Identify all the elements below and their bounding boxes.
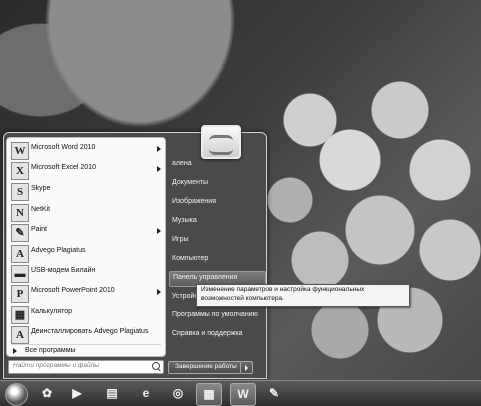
media-player-icon: ▶ [72,386,82,400]
taskbar-button[interactable]: ▶ [65,383,89,404]
app-icon: ◎ [172,386,184,400]
word-icon: W [237,387,249,401]
shutdown-button[interactable]: Завершение работы [168,361,241,374]
arrow-right-icon [13,348,17,354]
menu-label: Справка и поддержка [172,330,243,337]
program-label: Калькулятор [31,308,72,315]
calendar-icon: ▦ [203,387,215,401]
program-label: Microsoft Excel 2010 [31,164,96,171]
default-programs-item[interactable]: Программы по умолчанию [169,309,264,323]
games-item[interactable]: Игры [169,234,264,248]
program-paint[interactable]: ✎ Paint [7,223,165,242]
internet-explorer-icon: e [142,386,150,400]
program-label: NetKit [31,206,51,213]
program-label: Microsoft PowerPoint 2010 [31,287,115,294]
menu-label: Изображения [172,198,216,205]
computer-item[interactable]: Компьютер [169,253,264,267]
taskbar-button[interactable]: ✿ [35,383,59,404]
pictures-item[interactable]: Изображения [169,196,264,210]
program-calculator[interactable]: ▦ Калькулятор [7,305,165,324]
powerpoint-icon: P [11,285,29,303]
user-picture[interactable] [201,125,241,159]
shutdown-options-button[interactable] [240,361,253,374]
uninstall-icon: A [11,326,29,344]
program-powerpoint[interactable]: P Microsoft PowerPoint 2010 [7,284,165,303]
calculator-icon: ▦ [11,306,29,324]
menu-label: алена [172,160,192,167]
program-label: USB-модем Билайн [31,267,96,274]
program-usb-modem[interactable]: ▬ USB-модем Билайн [7,264,165,283]
control-panel-tooltip: Изменение параметров и настройка функцио… [196,284,410,307]
menu-label: Устройс [172,293,198,300]
music-item[interactable]: Музыка [169,215,264,229]
menu-label: Компьютер [172,255,209,262]
taskbar-button[interactable]: e [134,383,158,404]
submenu-arrow-icon[interactable] [157,146,161,152]
search-icon [152,362,160,370]
program-label: Skype [31,185,51,192]
explorer-icon: ▤ [106,386,118,400]
taskbar-button[interactable]: ▤ [100,383,124,404]
program-netkit[interactable]: N NetKit [7,203,165,222]
excel-icon: X [11,162,29,180]
start-menu: W Microsoft Word 2010 X Microsoft Excel … [3,125,267,379]
program-advego[interactable]: A Advego Plagiatus [7,244,165,263]
submenu-arrow-icon[interactable] [157,166,161,172]
program-excel[interactable]: X Microsoft Excel 2010 [7,161,165,180]
search-placeholder: Найти программы и файлы [13,362,100,369]
program-label: Paint [31,226,47,233]
menu-label: Музыка [172,217,197,224]
menu-label: Панель управления [173,274,238,281]
taskbar-button[interactable]: ✎ [262,383,286,404]
advego-icon: A [11,245,29,263]
program-label: Advego Plagiatus [31,247,86,254]
taskbar-button[interactable]: ◎ [166,383,190,404]
submenu-arrow-icon[interactable] [157,289,161,295]
search-input[interactable]: Найти программы и файлы [8,360,164,374]
submenu-arrow-icon[interactable] [157,228,161,234]
program-label: Microsoft Word 2010 [31,144,96,151]
divider [11,344,161,345]
menu-label: Документы [172,179,209,186]
help-support-item[interactable]: Справка и поддержка [169,328,264,342]
program-label: Деинсталлировать Advego Plagiatus [31,328,149,335]
taskbar-button[interactable]: ▦ [196,383,222,406]
shutdown-label: Завершение работы [175,363,237,370]
taskbar-button[interactable]: W [230,383,256,406]
program-word[interactable]: W Microsoft Word 2010 [7,141,165,160]
user-name-item[interactable]: алена [169,158,264,172]
netkit-icon: N [11,204,29,222]
documents-item[interactable]: Документы [169,177,264,191]
arrow-right-icon [245,365,248,371]
flower-icon: ✿ [41,386,53,400]
start-button[interactable] [5,383,28,406]
program-skype[interactable]: S Skype [7,182,165,201]
modem-icon: ▬ [11,265,29,283]
program-uninstall-advego[interactable]: A Деинсталлировать Advego Plagiatus [7,325,165,344]
taskbar: ✿ ▶ ▤ e ◎ ▦ W ✎ [0,380,481,406]
paint-icon: ✎ [268,386,280,400]
tooltip-text: Изменение параметров и настройка функцио… [201,286,365,302]
programs-panel: W Microsoft Word 2010 X Microsoft Excel … [6,137,166,357]
all-programs-label: Все программы [25,347,76,354]
paint-icon: ✎ [11,224,29,242]
menu-label: Игры [172,236,189,243]
menu-label: Программы по умолчанию [172,311,258,318]
all-programs-item[interactable]: Все программы [7,346,165,358]
word-icon: W [11,142,29,160]
skype-icon: S [11,183,29,201]
